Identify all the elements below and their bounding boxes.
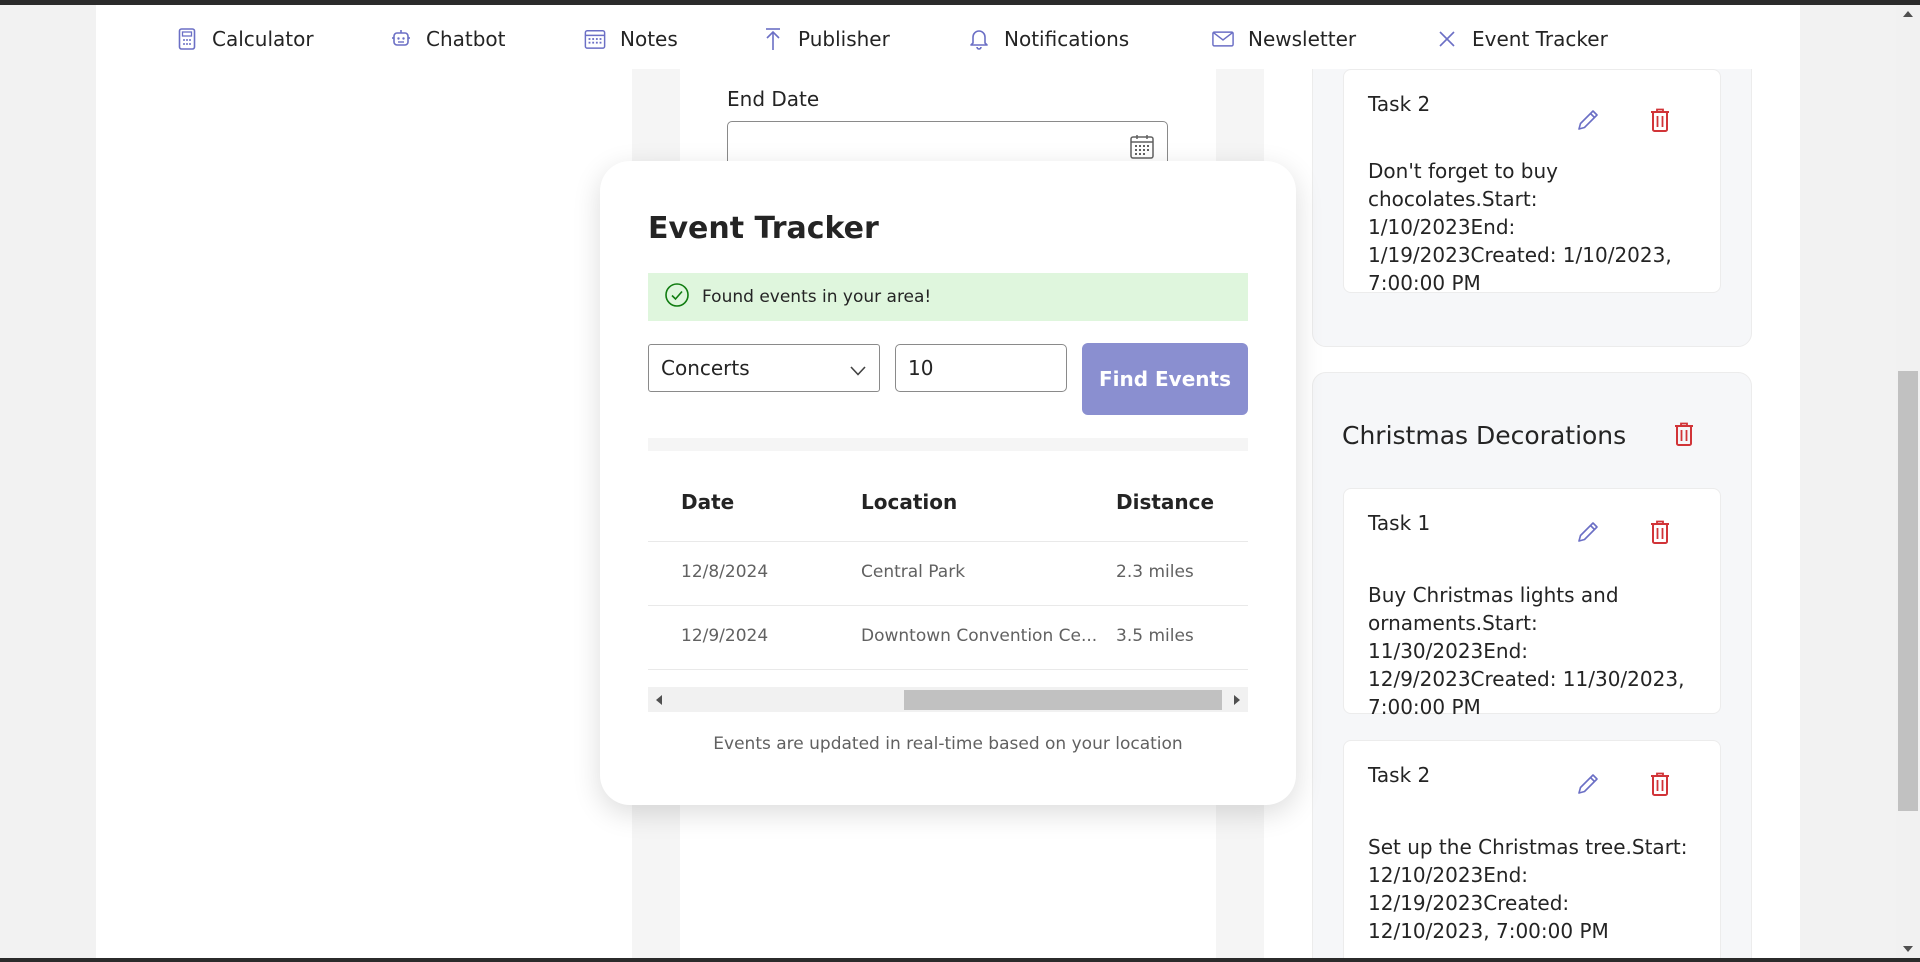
task-card: Task 1 Buy Christmas lights and ornament… [1343,488,1721,719]
mail-icon [1212,28,1234,50]
page-left-gutter [0,5,96,958]
column-header-distance[interactable]: Distance [1116,490,1214,514]
trash-icon [1649,771,1671,801]
nav-item-publisher[interactable]: Publisher [762,25,890,53]
select-value: Concerts [661,356,750,380]
row-divider [648,541,1248,542]
nav-label-newsletter: Newsletter [1248,27,1357,51]
cell-distance: 3.5 miles [1116,626,1194,646]
find-events-button[interactable]: Find Events [1082,343,1248,415]
bell-icon [968,28,990,50]
calendar-icon [584,28,606,50]
dialog-title: Event Tracker [648,211,879,246]
bot-icon [390,28,412,50]
upload-arrow-icon [762,28,784,50]
page-scrollbar[interactable] [1896,5,1920,958]
success-alert: Found events in your area! [648,273,1248,321]
event-tracker-dialog: Event Tracker Found events in your area!… [600,161,1296,805]
edit-task-button[interactable] [1573,519,1603,549]
task-card: Task 2 Set up the Christmas tree.Start: … [1343,740,1721,962]
scroll-up-arrow-icon[interactable] [1903,11,1913,17]
task-card: Task 2 Don't forget to buy chocolates.St… [1343,69,1721,295]
pencil-icon [1575,771,1601,801]
scrollbar-thumb[interactable] [1898,371,1918,811]
trash-icon [1673,421,1695,451]
check-circle-icon [664,282,690,312]
delete-task-button[interactable] [1645,107,1675,137]
nav-item-chatbot[interactable]: Chatbot [390,25,506,53]
scroll-down-arrow-icon[interactable] [1903,946,1913,952]
calculator-icon [176,28,198,50]
edit-task-button[interactable] [1573,771,1603,801]
nav-label-event-tracker: Event Tracker [1472,27,1608,51]
task-title: Task 1 [1368,511,1431,535]
distance-input[interactable] [895,344,1067,392]
task-description: Don't forget to buy chocolates.Start: 1/… [1368,159,1672,295]
nav-label-chatbot: Chatbot [426,27,506,51]
window-bottom-border [0,958,1920,962]
cell-date: 12/8/2024 [681,562,769,582]
task-title: Task 2 [1368,763,1431,787]
nav-item-notes[interactable]: Notes [584,25,678,53]
calendar-icon[interactable] [1129,134,1155,164]
task-title: Task 2 [1368,92,1431,116]
column-header-date[interactable]: Date [681,490,734,514]
row-divider [648,605,1248,606]
cell-location: Central Park [861,562,966,582]
row-divider [648,669,1248,670]
top-nav: Calculator Chatbot Notes Publisher Notif… [96,5,1800,69]
table-horizontal-scrollbar[interactable] [648,687,1248,712]
delete-task-button[interactable] [1645,519,1675,549]
cell-date: 12/9/2024 [681,626,769,646]
pencil-icon [1575,107,1601,137]
nav-label-publisher: Publisher [798,27,890,51]
events-table: Date Location Distance 12/8/2024 Central… [648,451,1248,677]
task-description: Buy Christmas lights and ornaments.Start… [1368,583,1685,719]
table-header-strip [648,438,1248,451]
edit-task-button[interactable] [1573,107,1603,137]
nav-item-calculator[interactable]: Calculator [176,25,314,53]
alert-message: Found events in your area! [702,287,932,307]
column-header-location[interactable]: Location [861,490,957,514]
nav-item-newsletter[interactable]: Newsletter [1212,25,1356,53]
nav-item-event-tracker[interactable]: Event Tracker [1436,25,1608,53]
delete-group-button[interactable] [1669,421,1699,451]
end-date-label: End Date [727,87,820,111]
nav-label-notifications: Notifications [1004,27,1130,51]
delete-task-button[interactable] [1645,771,1675,801]
event-category-select[interactable]: Concerts [648,344,880,392]
chevron-down-icon [849,362,867,381]
nav-item-notifications[interactable]: Notifications [968,25,1129,53]
page-right-gutter [1800,5,1896,958]
group-title: Christmas Decorations [1342,421,1627,450]
scroll-left-arrow-icon[interactable] [656,695,662,705]
trash-icon [1649,107,1671,137]
nav-label-notes: Notes [620,27,678,51]
nav-label-calculator: Calculator [212,27,314,51]
scrollbar-thumb[interactable] [904,690,1222,710]
scroll-right-arrow-icon[interactable] [1234,695,1240,705]
close-icon [1436,28,1458,50]
pencil-icon [1575,519,1601,549]
task-description: Set up the Christmas tree.Start: 12/10/2… [1368,835,1688,943]
cell-distance: 2.3 miles [1116,562,1194,582]
cell-location: Downtown Convention Ce... [861,626,1098,646]
dialog-footer-note: Events are updated in real-time based on… [713,734,1183,754]
trash-icon [1649,519,1671,549]
